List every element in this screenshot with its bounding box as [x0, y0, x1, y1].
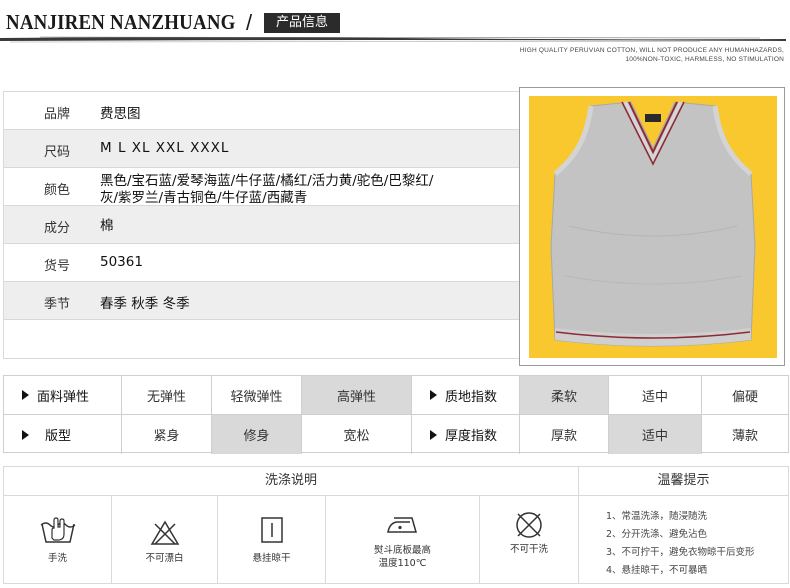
wash-cell-iron: 熨斗底板最高 温度110℃: [326, 496, 480, 584]
attr-label-texture: 质地指数: [412, 376, 520, 415]
no-bleach-label: 不可漂白: [145, 553, 184, 564]
tip-item: 2、分开洗涤、避免沾色: [606, 529, 708, 540]
product-photo-frame: [519, 87, 785, 366]
spec-label-item-no: 货号: [44, 259, 71, 274]
attr-option-thickness-medium: 适中: [609, 415, 702, 454]
spec-row-size: 尺码 M L XL XXL XXXL: [4, 130, 520, 168]
no-dry-clean-label: 不可干洗: [509, 544, 548, 555]
spec-label-brand: 品牌: [44, 107, 71, 122]
brand-name: NANJIREN NANZHUANG: [6, 10, 236, 34]
spec-row-item-no: 货号 50361: [4, 244, 520, 282]
spec-value-item-no: 50361: [100, 254, 143, 270]
wash-cell-no-bleach: 不可漂白: [112, 496, 218, 584]
iron-label-line1: 熨斗底板最高: [373, 545, 431, 556]
spec-row-brand: 品牌 费思图: [4, 92, 520, 130]
wash-cell-hand-wash: 手洗: [4, 496, 112, 584]
tips-list: 1、常温洗涤，随浸随洗 2、分开洗涤、避免沾色 3、不可拧干，避免衣物晾干后变形…: [579, 496, 789, 584]
tagline-line2: 100%NON-TOXIC, HARMLESS, NO STIMULATION: [625, 56, 784, 63]
attr-option-texture-medium: 适中: [609, 376, 702, 415]
attr-option-thickness-thick: 厚款: [520, 415, 609, 454]
hand-wash-label: 手洗: [47, 553, 67, 564]
spec-value-material: 棉: [100, 218, 114, 234]
attr-label-elasticity-text: 面料弹性: [37, 389, 90, 405]
triangle-right-icon: [22, 390, 29, 400]
hand-wash-icon: [40, 517, 76, 543]
spec-table: 品牌 费思图 尺码 M L XL XXL XXXL 颜色 黑色/宝石蓝/爱琴海蓝…: [3, 91, 521, 359]
attr-option-fit-slim: 修身: [212, 415, 302, 454]
attr-label-thickness: 厚度指数: [412, 415, 520, 454]
attr-label-fit: 版型: [4, 415, 122, 454]
attr-option-texture-soft: 柔软: [520, 376, 609, 415]
attr-label-fit-text: 版型: [45, 429, 72, 444]
wash-cell-no-dry-clean: 不可干洗: [480, 496, 578, 584]
spec-value-size: M L XL XXL XXXL: [100, 140, 230, 156]
spec-value-season: 春季 秋季 冬季: [100, 296, 190, 312]
attr-label-texture-text: 质地指数: [445, 389, 498, 405]
wash-icons: 手洗 不可漂白 悬挂晾干 熨斗底板最高 温度110℃ 不可干洗: [3, 496, 579, 584]
no-dry-clean-icon: [516, 512, 542, 538]
iron-icon: [387, 517, 417, 533]
spec-label-color: 颜色: [44, 183, 71, 198]
triangle-right-icon: [430, 390, 437, 400]
triangle-right-icon: [430, 429, 437, 440]
wash-title: 洗涤说明: [3, 466, 579, 496]
section-title: 产品信息: [264, 13, 340, 33]
attribute-grid: 面料弹性 无弹性 轻微弹性 高弹性 质地指数 柔软 适中 偏硬 版型 紧身 修身…: [3, 375, 789, 454]
attr-option-elasticity-slight: 轻微弹性: [212, 376, 302, 415]
spec-row-material: 成分 棉: [4, 206, 520, 244]
attr-option-texture-hard: 偏硬: [702, 376, 788, 415]
tips-title: 温馨提示: [579, 466, 789, 496]
product-photo: [529, 96, 777, 358]
vest-illustration: [550, 101, 756, 347]
iron-label-line2: 温度110℃: [378, 558, 427, 569]
tip-item: 1、常温洗涤，随浸随洗: [606, 511, 708, 522]
attr-label-elasticity: 面料弹性: [4, 376, 122, 415]
hang-dry-icon: [261, 517, 283, 543]
spec-label-size: 尺码: [44, 145, 71, 160]
title-slash: /: [246, 10, 253, 35]
tagline-line1: HIGH QUALITY PERUVIAN COTTON, WILL NOT P…: [519, 47, 784, 54]
header-brush-rule: [0, 36, 786, 43]
attr-option-elasticity-high: 高弹性: [302, 376, 412, 415]
spec-label-material: 成分: [44, 221, 71, 236]
triangle-right-icon: [22, 429, 29, 440]
tip-item: 3、不可拧干，避免衣物晾干后变形: [606, 547, 755, 558]
hang-dry-label: 悬挂晾干: [252, 553, 291, 564]
no-bleach-icon: [150, 520, 180, 545]
spec-value-color-line2: 灰/紫罗兰/青古铜色/牛仔蓝/西藏青: [100, 190, 308, 206]
wash-cell-hang-dry: 悬挂晾干: [218, 496, 326, 584]
spec-label-season: 季节: [44, 297, 71, 312]
spec-value-brand: 费思图: [100, 106, 141, 122]
spec-row-color: 颜色 黑色/宝石蓝/爱琴海蓝/牛仔蓝/橘红/活力黄/驼色/巴黎红/ 灰/紫罗兰/…: [4, 168, 520, 206]
tip-item: 4、悬挂晾干，不可暴晒: [606, 565, 708, 576]
spec-row-empty: [4, 320, 520, 358]
attr-option-elasticity-none: 无弹性: [122, 376, 212, 415]
attr-option-fit-loose: 宽松: [302, 415, 412, 454]
attr-option-thickness-thin: 薄款: [731, 429, 758, 444]
attr-label-thickness-text: 厚度指数: [445, 429, 498, 444]
attr-option-fit-tight: 紧身: [122, 415, 212, 454]
spec-row-season: 季节 春季 秋季 冬季: [4, 282, 520, 320]
